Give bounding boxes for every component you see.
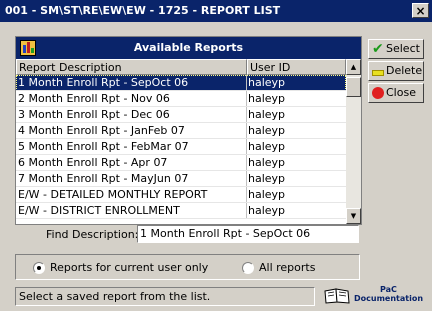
radio-all-reports-label: All reports	[259, 261, 316, 274]
report-description-cell: 6 Month Enroll Rpt - Apr 07	[18, 156, 168, 169]
scroll-up-icon[interactable]: ▲	[346, 59, 361, 75]
column-divider	[246, 155, 247, 171]
report-description-cell: 2 Month Enroll Rpt - Nov 06	[18, 92, 170, 105]
panel-header: Available Reports	[16, 37, 361, 59]
scroll-down-icon[interactable]: ▼	[346, 208, 361, 224]
book-icon	[324, 288, 350, 304]
documentation-label: Documentation	[354, 294, 424, 303]
delete-button[interactable]: Delete	[368, 61, 424, 81]
column-divider	[246, 203, 247, 219]
report-description-cell: 7 Month Enroll Rpt - MayJun 07	[18, 172, 189, 185]
close-button-label: Close	[386, 86, 416, 99]
column-header-description[interactable]: Report Description	[16, 59, 247, 75]
user-id-cell: haleyp	[248, 140, 286, 153]
report-scope-group: Reports for current user only All report…	[15, 254, 360, 280]
select-button-label: Select	[386, 42, 420, 55]
user-id-cell: haleyp	[248, 204, 286, 217]
table-row[interactable]: 7 Month Enroll Rpt - MayJun 07 haleyp	[16, 171, 346, 187]
panel-title: Available Reports	[133, 41, 244, 54]
report-list[interactable]: 1 Month Enroll Rpt - SepOct 06 haleyp 2 Mo…	[16, 75, 346, 224]
column-headers: Report Description User ID	[16, 59, 346, 75]
table-row[interactable]: E/W - DETAILED MONTHLY REPORT haleyp	[16, 187, 346, 203]
column-divider	[246, 91, 247, 107]
column-divider	[246, 171, 247, 187]
find-description-label: Find Description:	[46, 228, 139, 241]
user-id-cell: haleyp	[248, 124, 286, 137]
user-id-cell: haleyp	[248, 172, 286, 185]
close-window-icon[interactable]: ×	[412, 3, 429, 18]
find-description-input[interactable]: 1 Month Enroll Rpt - SepOct 06	[137, 225, 359, 243]
scroll-thumb[interactable]	[346, 77, 361, 97]
column-divider	[246, 123, 247, 139]
available-reports-panel: Available Reports Report Description Use…	[15, 36, 362, 225]
table-row[interactable]: E/W - DISTRICT ENROLLMENT haleyp	[16, 203, 346, 219]
vertical-scrollbar[interactable]: ▲ ▼	[346, 59, 361, 224]
user-id-cell: haleyp	[248, 156, 286, 169]
radio-current-user-label: Reports for current user only	[50, 261, 209, 274]
delete-icon	[372, 70, 384, 76]
report-description-cell: 4 Month Enroll Rpt - JanFeb 07	[18, 124, 185, 137]
table-row[interactable]: 6 Month Enroll Rpt - Apr 07 haleyp	[16, 155, 346, 171]
user-id-cell: haleyp	[248, 188, 286, 201]
table-row[interactable]: 4 Month Enroll Rpt - JanFeb 07 haleyp	[16, 123, 346, 139]
column-divider	[246, 107, 247, 123]
column-divider	[246, 139, 247, 155]
delete-button-label: Delete	[386, 64, 423, 77]
radio-all-reports-dot[interactable]	[242, 262, 254, 274]
report-description-cell: 5 Month Enroll Rpt - FebMar 07	[18, 140, 189, 153]
status-bar: Select a saved report from the list.	[15, 287, 315, 306]
table-row[interactable]: 2 Month Enroll Rpt - Nov 06 haleyp	[16, 91, 346, 107]
report-description-cell: E/W - DISTRICT ENROLLMENT	[18, 204, 180, 217]
column-divider	[246, 187, 247, 203]
chart-icon	[20, 40, 36, 56]
table-row[interactable]: 3 Month Enroll Rpt - Dec 06 haleyp	[16, 107, 346, 123]
radio-current-user-dot[interactable]	[33, 262, 45, 274]
select-button[interactable]: ✔ Select	[368, 39, 424, 59]
pac-label: PaC	[380, 285, 397, 294]
pac-documentation-link[interactable]: PaC Documentation	[324, 284, 428, 308]
column-divider	[246, 75, 247, 91]
report-description-cell: 3 Month Enroll Rpt - Dec 06	[18, 108, 170, 121]
stop-icon	[372, 87, 384, 99]
user-id-cell: haleyp	[248, 108, 286, 121]
close-button[interactable]: Close	[368, 83, 424, 103]
row-gridline	[16, 218, 346, 219]
column-header-user-id[interactable]: User ID	[247, 59, 346, 75]
checkmark-icon: ✔	[372, 41, 384, 57]
window-title: 001 - SM\ST\RE\EW\EW - 1725 - REPORT LIS…	[5, 4, 281, 17]
table-row[interactable]: 1 Month Enroll Rpt - SepOct 06 haleyp	[16, 75, 346, 91]
user-id-cell: haleyp	[248, 92, 286, 105]
table-row[interactable]: 5 Month Enroll Rpt - FebMar 07 haleyp	[16, 139, 346, 155]
report-description-cell: E/W - DETAILED MONTHLY REPORT	[18, 188, 208, 201]
user-id-cell: haleyp	[248, 76, 286, 89]
report-description-cell: 1 Month Enroll Rpt - SepOct 06	[18, 76, 189, 89]
window-title-bar: 001 - SM\ST\RE\EW\EW - 1725 - REPORT LIS…	[0, 0, 432, 22]
